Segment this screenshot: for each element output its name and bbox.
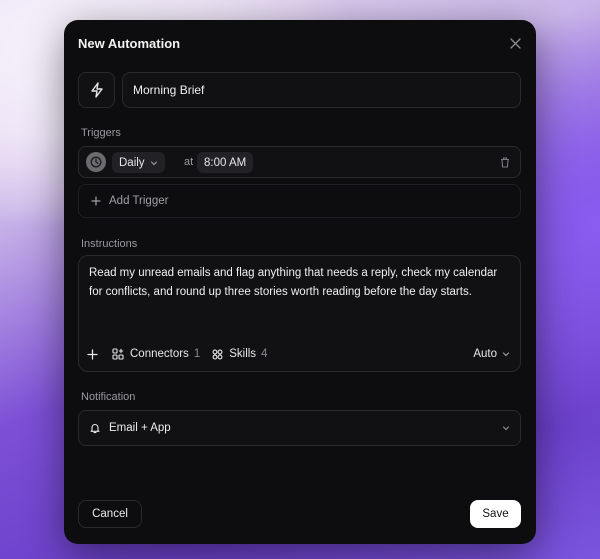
triggers-label: Triggers	[81, 127, 121, 139]
lightning-bolt-icon	[90, 82, 103, 98]
connectors-button[interactable]: Connectors 1	[112, 348, 200, 360]
chevron-down-icon	[502, 352, 510, 357]
trash-icon	[501, 156, 509, 168]
frequency-value: Daily	[119, 156, 145, 169]
plus-icon	[91, 196, 101, 206]
skills-count: 4	[261, 348, 268, 360]
delete-trigger-button[interactable]	[498, 155, 512, 169]
modal-title: New Automation	[78, 36, 181, 51]
instructions-text[interactable]: Read my unread emails and flag anything …	[89, 264, 510, 302]
time-value: 8:00 AM	[204, 156, 247, 169]
skills-button[interactable]: Skills 4	[212, 348, 267, 360]
model-value: Auto	[473, 348, 497, 360]
save-button[interactable]: Save	[470, 500, 521, 528]
model-dropdown[interactable]: Auto	[473, 348, 510, 360]
instructions-label: Instructions	[81, 238, 138, 250]
skills-label: Skills	[229, 348, 257, 360]
connectors-icon	[112, 348, 124, 360]
skills-icon	[212, 349, 223, 359]
at-label: at	[184, 156, 194, 168]
time-picker[interactable]: 8:00 AM	[197, 152, 254, 173]
add-trigger-button[interactable]: Add Trigger	[78, 184, 521, 218]
plus-icon	[87, 348, 98, 360]
connectors-label: Connectors	[130, 348, 189, 360]
instructions-toolbar: Connectors 1 Skills 4 Auto	[87, 343, 510, 365]
cancel-button[interactable]: Cancel	[78, 500, 142, 528]
frequency-dropdown[interactable]: Daily	[112, 152, 165, 173]
add-attachment-button[interactable]	[87, 348, 98, 360]
connectors-count: 1	[193, 348, 201, 360]
instructions-editor[interactable]: Read my unread emails and flag anything …	[78, 255, 521, 372]
automation-name-input[interactable]	[122, 72, 521, 108]
new-automation-modal: New Automation Triggers Daily at 8:00 AM	[64, 20, 536, 544]
chevron-down-icon	[502, 426, 510, 431]
clock-icon	[86, 152, 106, 172]
add-trigger-label: Add Trigger	[109, 195, 169, 207]
close-icon	[509, 37, 521, 49]
close-button[interactable]	[506, 34, 524, 52]
notification-dropdown[interactable]: Email + App	[78, 410, 521, 446]
automation-icon-picker[interactable]	[78, 72, 115, 108]
notification-value: Email + App	[109, 422, 171, 434]
bell-icon	[90, 424, 100, 434]
trigger-row: Daily at 8:00 AM	[78, 146, 521, 178]
notification-label: Notification	[81, 391, 136, 403]
chevron-down-icon	[150, 160, 157, 165]
